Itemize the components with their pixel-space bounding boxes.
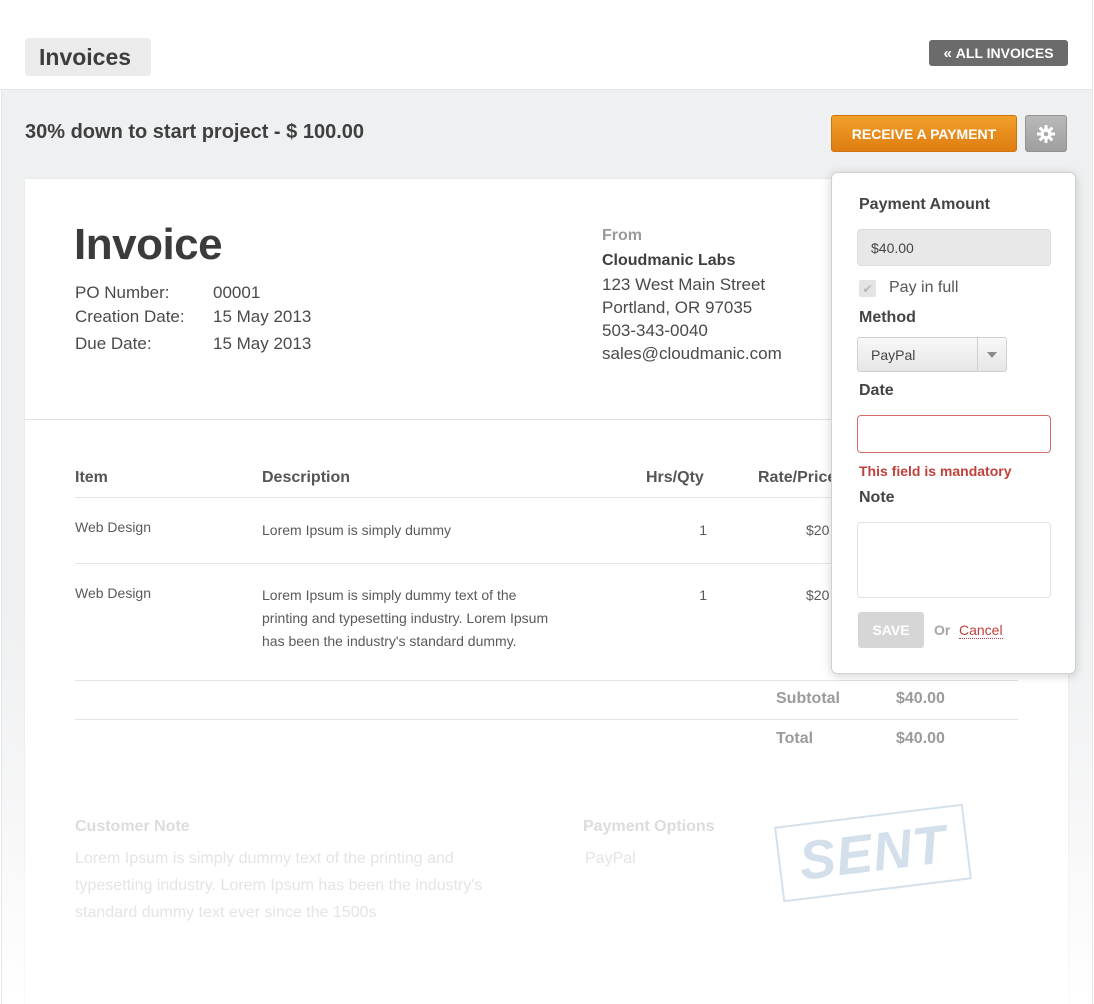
- row-description: Lorem Ipsum is simply dummy text of the …: [262, 584, 582, 653]
- date-label: Date: [859, 382, 894, 399]
- pay-in-full-label: Pay in full: [889, 279, 959, 296]
- row-qty: 1: [699, 587, 707, 603]
- total-value: $40.00: [896, 730, 945, 747]
- column-header-qty: Hrs/Qty: [646, 469, 704, 486]
- row-description-line: has been the industry's standard dummy.: [262, 633, 517, 649]
- payment-option: PayPal: [585, 850, 636, 867]
- customer-note-text: Lorem Ipsum is simply dummy text of the …: [75, 845, 482, 926]
- settings-button[interactable]: [1025, 115, 1067, 152]
- cancel-link[interactable]: Cancel: [959, 622, 1003, 639]
- page-title: Invoices: [25, 38, 151, 76]
- all-invoices-button[interactable]: « ALL INVOICES: [929, 40, 1068, 66]
- date-input[interactable]: [857, 415, 1051, 453]
- row-rate: $20: [806, 522, 830, 538]
- customer-note-title: Customer Note: [75, 818, 190, 835]
- save-button[interactable]: SAVE: [858, 612, 924, 648]
- customer-note-line: Lorem Ipsum is simply dummy text of the …: [75, 850, 454, 867]
- invoice-heading: Invoice: [74, 220, 223, 269]
- method-select[interactable]: PayPal: [857, 337, 1007, 372]
- row-rule: [75, 680, 1018, 681]
- payment-amount-input[interactable]: $40.00: [857, 229, 1051, 266]
- column-header-rate: Rate/Price: [758, 469, 837, 486]
- from-address-street: 123 West Main Street: [602, 275, 766, 294]
- subtotal-value: $40.00: [896, 690, 945, 707]
- customer-note-line: typesetting industry. Lorem Ipsum has be…: [75, 877, 483, 894]
- receive-payment-button[interactable]: RECEIVE A PAYMENT: [831, 115, 1017, 152]
- all-invoices-label: ALL INVOICES: [955, 45, 1054, 61]
- checkmark-icon: ✔: [862, 281, 873, 296]
- po-number-value: 00001: [213, 283, 261, 302]
- due-date-label: Due Date:: [75, 334, 152, 353]
- customer-note-line: standard dummy text ever since the 1500s: [75, 904, 377, 921]
- creation-date-label: Creation Date:: [75, 307, 185, 326]
- row-rate: $20: [806, 587, 830, 603]
- column-header-item: Item: [75, 469, 108, 486]
- gear-icon: [1037, 124, 1055, 143]
- dropdown-arrow-icon: [977, 338, 1006, 371]
- from-email: sales@cloudmanic.com: [602, 344, 782, 363]
- column-header-description: Description: [262, 469, 351, 486]
- row-description: Lorem Ipsum is simply dummy: [262, 522, 452, 538]
- sent-stamp-text: SENT: [795, 814, 951, 892]
- method-select-value: PayPal: [871, 347, 916, 363]
- summary-rule: [75, 719, 1018, 720]
- total-label: Total: [776, 730, 814, 747]
- subtotal-label: Subtotal: [776, 690, 840, 707]
- note-textarea[interactable]: [857, 522, 1051, 598]
- payment-amount-label: Payment Amount: [859, 196, 990, 213]
- method-label: Method: [859, 309, 916, 326]
- row-item: Web Design: [75, 519, 152, 535]
- row-description-line: Lorem Ipsum is simply dummy text of the: [262, 587, 517, 603]
- from-address-city: Portland, OR 97035: [602, 298, 753, 317]
- double-chevron-left-icon: «: [943, 44, 951, 62]
- payment-options-title: Payment Options: [583, 818, 715, 835]
- or-text: Or: [934, 622, 951, 638]
- row-qty: 1: [699, 522, 707, 538]
- from-company-name: Cloudmanic Labs: [602, 252, 736, 269]
- receive-payment-popover: Payment Amount $40.00 ✔ Pay in full Meth…: [831, 172, 1076, 674]
- invoice-subtitle: 30% down to start project - $ 100.00: [25, 121, 364, 143]
- from-phone: 503-343-0040: [602, 321, 708, 340]
- from-label: From: [602, 227, 642, 244]
- row-item: Web Design: [75, 585, 152, 601]
- due-date-value: 15 May 2013: [213, 334, 312, 353]
- note-label: Note: [859, 489, 895, 506]
- creation-date-value: 15 May 2013: [213, 307, 312, 326]
- pay-in-full-checkbox[interactable]: ✔: [859, 280, 876, 297]
- date-error-message: This field is mandatory: [859, 463, 1012, 479]
- row-description-line: printing and typesetting industry. Lorem…: [262, 610, 549, 626]
- po-number-label: PO Number:: [75, 283, 170, 302]
